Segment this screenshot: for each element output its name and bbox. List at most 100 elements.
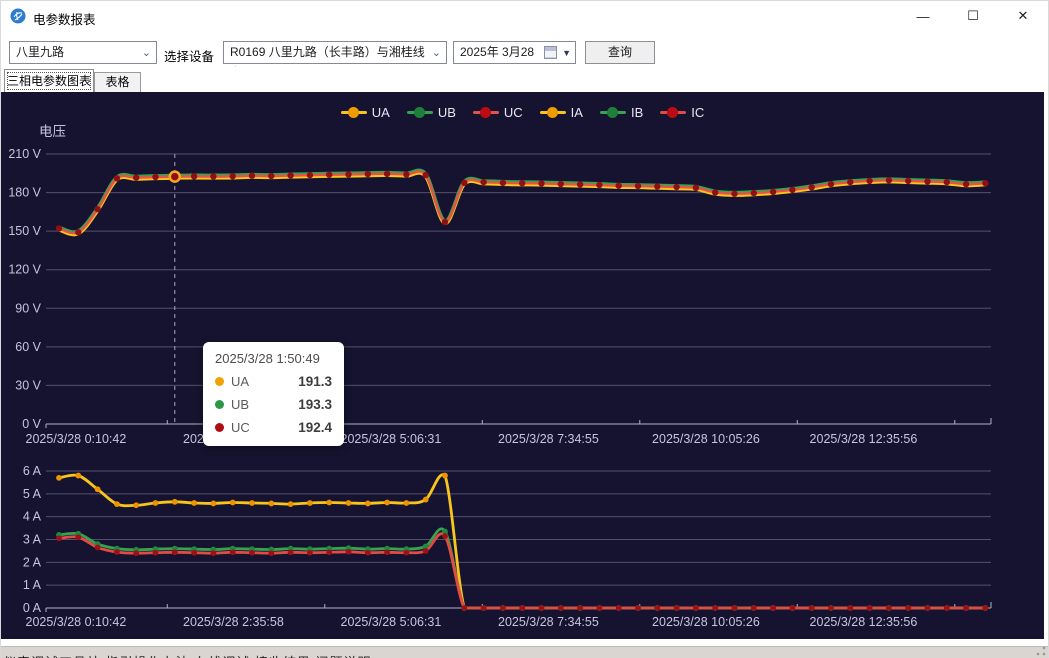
data-point-ic [268, 550, 274, 556]
chart-tooltip: 2025/3/28 1:50:49 UA 191.3 UB 193.3 UC 1… [203, 342, 344, 446]
data-point-uc [770, 189, 776, 195]
y-axis-tick-label: 210 V [8, 147, 41, 161]
y-axis-tick-label: 60 V [15, 340, 41, 354]
data-point-uc [152, 174, 158, 180]
legend-label: UC [504, 105, 523, 120]
data-point-uc [789, 187, 795, 193]
data-point-ic [307, 550, 313, 556]
data-point-ia [423, 497, 429, 503]
x-axis-tick-label: 2025/3/28 5:06:31 [341, 432, 442, 446]
data-point-ia [249, 500, 255, 506]
chart-panel: 210 V180 V150 V120 V90 V60 V30 V0 V2025/… [1, 92, 1044, 639]
chevron-down-icon: ⌄ [142, 43, 151, 64]
data-point-uc [133, 174, 139, 180]
data-point-ia [56, 475, 62, 481]
resize-grip-icon[interactable] [1036, 646, 1046, 656]
data-point-ia [365, 501, 371, 507]
data-point-ic [365, 550, 371, 556]
data-point-ia [384, 500, 390, 506]
area-combo[interactable]: 八里九路 ⌄ [9, 41, 157, 64]
y-axis-tick-label: 90 V [15, 301, 41, 315]
data-point-ic [925, 605, 931, 611]
data-point-uc [731, 191, 737, 197]
window-title: 电参数报表 [33, 9, 96, 28]
legend-item-ic[interactable]: IC [660, 105, 704, 120]
close-button[interactable]: ✕ [998, 1, 1048, 31]
data-point-uc [963, 181, 969, 187]
data-point-ic [423, 548, 429, 554]
legend-label: UA [372, 105, 390, 120]
data-point-ic [404, 550, 410, 556]
legend-item-uc[interactable]: UC [473, 105, 523, 120]
toolbar: 八里九路 ⌄ 选择设备 R0169 八里九路（长丰路）与湘桂线交 ⌄ 2025年… [1, 31, 1048, 67]
ua-dot-icon [215, 377, 224, 386]
data-point-uc [558, 181, 564, 187]
data-point-ic [905, 605, 911, 611]
hovered-data-point[interactable] [170, 172, 180, 182]
data-point-uc [287, 172, 293, 178]
data-point-uc [191, 173, 197, 179]
legend-marker-icon [341, 107, 367, 118]
y-axis-tick-label: 4 A [23, 510, 42, 524]
data-point-ic [577, 605, 583, 611]
tab-strip: 三相电参数图表 表格 [1, 67, 1048, 92]
charts-canvas: 210 V180 V150 V120 V90 V60 V30 V0 V2025/… [1, 92, 1044, 639]
legend-item-ia[interactable]: IA [540, 105, 583, 120]
minimize-button[interactable]: — [898, 1, 948, 31]
data-point-ic [56, 535, 62, 541]
ub-dot-icon [215, 400, 224, 409]
data-point-uc [596, 182, 602, 188]
data-point-ia [307, 500, 313, 506]
data-point-ic [635, 605, 641, 611]
data-point-uc [924, 178, 930, 184]
tooltip-timestamp: 2025/3/28 1:50:49 [215, 351, 332, 366]
data-point-ic [191, 550, 197, 556]
tab-table[interactable]: 表格 [94, 72, 141, 92]
data-point-uc [866, 178, 872, 184]
y-axis-tick-label: 150 V [8, 224, 41, 238]
data-point-ic [693, 605, 699, 611]
legend-item-ub[interactable]: UB [407, 105, 456, 120]
y-axis-tick-label: 180 V [8, 186, 41, 200]
y-axis-tick-label: 120 V [8, 263, 41, 277]
x-axis-tick-label: 2025/3/28 5:06:31 [341, 615, 442, 629]
data-point-uc [751, 190, 757, 196]
chevron-down-icon: ⌄ [432, 43, 441, 64]
tab-three-phase-chart[interactable]: 三相电参数图表 [4, 69, 94, 92]
x-axis-tick-label: 2025/3/28 0:10:42 [26, 432, 127, 446]
data-point-ic [770, 605, 776, 611]
maximize-button[interactable]: ☐ [948, 1, 998, 31]
device-combo[interactable]: R0169 八里九路（长丰路）与湘桂线交 ⌄ [223, 41, 447, 64]
data-point-uc [365, 171, 371, 177]
app-window: 电参数报表 — ☐ ✕ 八里九路 ⌄ 选择设备 R0169 八里九路（长丰路）与… [0, 0, 1049, 658]
x-axis-tick-label: 2025/3/28 2:35:58 [183, 615, 284, 629]
data-point-ia [442, 473, 448, 479]
date-picker[interactable]: 2025年 3月28日 ▼ [453, 41, 576, 64]
data-point-ic [712, 605, 718, 611]
data-point-uc [693, 185, 699, 191]
bottom-gap [1, 639, 1048, 646]
data-point-ia [346, 500, 352, 506]
background-window-strip: 仪表调试工具站 指引操作办法 在线调试 接收结果 问题说明 [1, 646, 1048, 658]
data-point-uc [307, 172, 313, 178]
tab-label: 表格 [105, 75, 129, 89]
data-point-uc [519, 180, 525, 186]
data-point-ic [654, 605, 660, 611]
data-point-ic [172, 549, 178, 555]
query-button[interactable]: 查询 [585, 41, 655, 64]
calendar-icon [544, 46, 557, 59]
data-point-uc [403, 171, 409, 177]
x-axis-tick-label: 2025/3/28 7:34:55 [498, 432, 599, 446]
x-axis-tick-label: 2025/3/28 0:10:42 [26, 615, 127, 629]
legend-item-ib[interactable]: IB [600, 105, 643, 120]
legend-item-ua[interactable]: UA [341, 105, 390, 120]
data-point-ia [326, 500, 332, 506]
y-axis-tick-label: 3 A [23, 533, 42, 547]
data-point-uc [114, 175, 120, 181]
x-axis-tick-label: 2025/3/28 7:34:55 [498, 615, 599, 629]
data-point-uc [828, 181, 834, 187]
data-point-ia [133, 502, 139, 508]
data-point-ic [211, 550, 217, 556]
data-point-uc [480, 179, 486, 185]
data-point-ic [288, 549, 294, 555]
